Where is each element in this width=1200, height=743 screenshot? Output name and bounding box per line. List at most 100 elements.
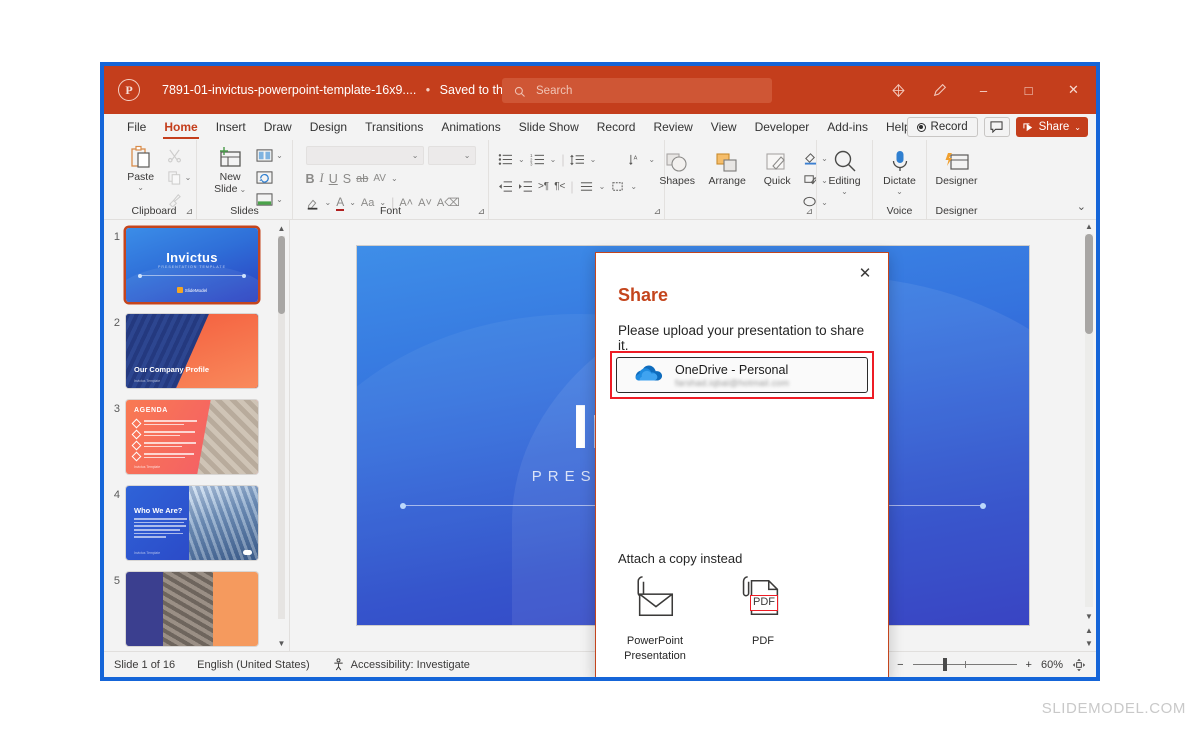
zoom-in-button[interactable]: +: [1026, 659, 1032, 671]
underline-button[interactable]: U: [329, 172, 338, 186]
copy-chevron-down-icon[interactable]: ⌄: [185, 173, 192, 182]
font-dialog-launcher[interactable]: ⊿: [477, 206, 485, 217]
attach-pdf-option[interactable]: PDF PDF: [724, 575, 802, 664]
arrange-button[interactable]: Arrange: [703, 147, 751, 187]
decrease-indent-icon[interactable]: [498, 180, 513, 193]
designer-button[interactable]: Designer: [930, 147, 984, 187]
text-shadow-button[interactable]: S: [343, 172, 351, 186]
slide-thumbnail-1[interactable]: Invictus PRESENTATION TEMPLATE SlideMode…: [126, 228, 258, 302]
font-name-input[interactable]: ⌄: [305, 146, 424, 165]
slide-thumbnail-2[interactable]: Our Company Profile Invictus Template: [126, 314, 258, 388]
table-row[interactable]: 5: [104, 572, 289, 646]
table-row[interactable]: 2 Our Company Profile Invictus Template: [104, 314, 289, 388]
tab-review[interactable]: Review: [644, 115, 701, 139]
tab-slide-show[interactable]: Slide Show: [510, 115, 588, 139]
zoom-out-button[interactable]: −: [897, 659, 903, 671]
clipboard-dialog-launcher[interactable]: ⊿: [185, 206, 193, 217]
maximize-button[interactable]: □: [1006, 66, 1051, 114]
tab-transitions[interactable]: Transitions: [356, 115, 432, 139]
rtl-text-direction-button[interactable]: ¶<: [554, 181, 565, 192]
align-text-icon[interactable]: [579, 180, 594, 193]
zoom-slider-knob[interactable]: [942, 658, 947, 671]
thumbnail-scroll-up-icon[interactable]: ▲: [276, 222, 287, 234]
table-row[interactable]: 1 Invictus PRESENTATION TEMPLATE SlideMo…: [104, 228, 289, 302]
tab-design[interactable]: Design: [301, 115, 356, 139]
smartart-chevron-down-icon[interactable]: ⌄: [630, 182, 637, 191]
table-row[interactable]: 3 AGENDA Invictus Template: [104, 400, 289, 474]
paste-button[interactable]: Paste ⌄: [117, 143, 165, 192]
thumbnail-scrollbar[interactable]: ▲ ▼: [276, 222, 287, 649]
minimize-button[interactable]: –: [961, 66, 1006, 114]
layout-button[interactable]: ⌄: [256, 145, 283, 165]
dictate-chevron-down-icon[interactable]: ⌄: [896, 187, 903, 196]
onedrive-option[interactable]: OneDrive - Personal farshad.iqbal@hotmai…: [616, 357, 868, 393]
ltr-text-direction-button[interactable]: >¶: [538, 181, 549, 192]
slide-scroll-thumb[interactable]: [1085, 234, 1093, 334]
tab-animations[interactable]: Animations: [432, 115, 509, 139]
collapse-ribbon-chevron-down-icon[interactable]: ⌄: [1077, 200, 1086, 213]
slide-counter[interactable]: Slide 1 of 16: [114, 659, 175, 671]
numbering-icon[interactable]: 123: [530, 153, 545, 166]
pen-icon[interactable]: [919, 66, 961, 114]
slide-thumbnail-4[interactable]: Who We Are? Invictus Template: [126, 486, 258, 560]
slide-scroll-down-icon[interactable]: ▼: [1082, 610, 1096, 623]
paste-chevron-down-icon[interactable]: ⌄: [137, 183, 144, 192]
numbering-chevron-down-icon[interactable]: ⌄: [550, 155, 557, 164]
font-size-chevron-down-icon[interactable]: ⌄: [464, 151, 471, 160]
character-spacing-chevron-down-icon[interactable]: ⌄: [391, 174, 398, 183]
slide-scrollbar[interactable]: ▲ ▼ ▲ ▼: [1082, 220, 1096, 651]
slide-thumbnail-3[interactable]: AGENDA Invictus Template: [126, 400, 258, 474]
tab-developer[interactable]: Developer: [746, 115, 819, 139]
accessibility-status[interactable]: Accessibility: Investigate: [332, 658, 470, 671]
italic-button[interactable]: I: [320, 171, 324, 186]
tab-draw[interactable]: Draw: [255, 115, 301, 139]
tab-view[interactable]: View: [702, 115, 746, 139]
comments-button[interactable]: [983, 117, 1010, 137]
thumbnail-scroll-down-icon[interactable]: ▼: [276, 637, 287, 649]
strikethrough-button[interactable]: ab: [356, 173, 368, 185]
drawing-dialog-launcher[interactable]: ⊿: [805, 206, 813, 217]
tab-add-ins[interactable]: Add-ins: [818, 115, 877, 139]
share-chevron-down-icon[interactable]: ⌄: [1074, 123, 1081, 132]
diamond-icon[interactable]: [877, 66, 919, 114]
editing-chevron-down-icon[interactable]: ⌄: [841, 187, 848, 196]
tab-insert[interactable]: Insert: [207, 115, 255, 139]
align-chevron-down-icon[interactable]: ⌄: [599, 182, 606, 191]
thumbnail-scroll-thumb[interactable]: [278, 236, 285, 314]
shapes-button[interactable]: Shapes: [653, 147, 701, 187]
tab-home[interactable]: Home: [155, 115, 206, 139]
layout-chevron-down-icon[interactable]: ⌄: [276, 151, 283, 160]
line-spacing-icon[interactable]: [569, 153, 585, 166]
reset-button[interactable]: [256, 167, 283, 187]
table-row[interactable]: 4 Who We Are? Invictus Template: [104, 486, 289, 560]
search-input[interactable]: Search: [502, 78, 772, 103]
font-size-input[interactable]: ⌄: [427, 146, 476, 165]
quick-styles-button[interactable]: Quick: [753, 147, 801, 187]
language-label[interactable]: English (United States): [197, 659, 310, 671]
bullets-icon[interactable]: [498, 153, 513, 166]
new-slide-button[interactable]: New Slide ⌄: [206, 143, 254, 195]
share-dialog-close-button[interactable]: ✕: [852, 261, 878, 285]
close-button[interactable]: ✕: [1051, 66, 1096, 114]
font-name-chevron-down-icon[interactable]: ⌄: [412, 151, 419, 160]
share-dialog[interactable]: ✕ Share Please upload your presentation …: [595, 252, 889, 677]
next-slide-icon[interactable]: ▼: [1082, 637, 1096, 650]
zoom-slider[interactable]: [912, 658, 1017, 672]
slide-scroll-up-icon[interactable]: ▲: [1082, 220, 1096, 233]
line-spacing-chevron-down-icon[interactable]: ⌄: [590, 155, 597, 164]
previous-slide-icon[interactable]: ▲: [1082, 624, 1096, 637]
dictate-button[interactable]: Dictate ⌄: [876, 147, 924, 196]
convert-smartart-icon[interactable]: [610, 180, 625, 193]
tab-record[interactable]: Record: [588, 115, 645, 139]
attach-powerpoint-option[interactable]: PowerPoint Presentation: [616, 575, 694, 664]
text-direction-icon[interactable]: A: [628, 153, 643, 166]
tab-file[interactable]: File: [118, 115, 155, 139]
document-title[interactable]: 7891-01-invictus-powerpoint-template-16x…: [162, 83, 549, 97]
share-button[interactable]: Share ⌄: [1015, 117, 1088, 137]
zoom-level-label[interactable]: 60%: [1041, 659, 1063, 671]
editing-button[interactable]: Editing ⌄: [821, 147, 869, 196]
new-slide-chevron-down-icon[interactable]: ⌄: [239, 185, 246, 194]
record-button[interactable]: Record: [906, 117, 978, 137]
increase-indent-icon[interactable]: [518, 180, 533, 193]
copy-button[interactable]: ⌄: [167, 167, 192, 187]
